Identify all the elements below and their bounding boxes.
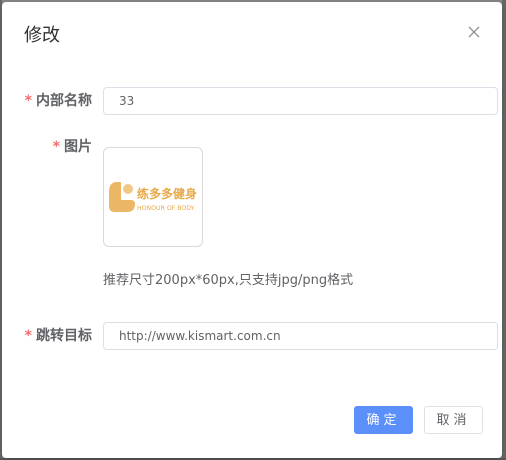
confirm-button[interactable]: 确定 (354, 406, 413, 434)
required-mark: * (52, 139, 60, 155)
target-label: * 跳转目标 (25, 326, 92, 346)
required-mark: * (24, 93, 32, 109)
target-label-text: 跳转目标 (36, 328, 92, 344)
image-uploader[interactable]: 练多多健身 HONOUR OF BODY (103, 147, 203, 247)
name-label: * 内部名称 (25, 91, 92, 111)
logo-text-en: HONOUR OF BODY (137, 205, 195, 212)
edit-dialog: 修改 * 内部名称 33 * 图片 练多多健身 HONOUR OF BODY 推荐尺… (2, 2, 502, 458)
required-mark: * (24, 328, 32, 344)
page-backdrop-right (502, 0, 506, 460)
image-hint: 推荐尺寸200px*60px,只支持jpg/png格式 (103, 273, 354, 288)
image-label: * 图片 (53, 137, 92, 157)
close-icon[interactable] (466, 24, 482, 40)
logo-image: 练多多健身 HONOUR OF BODY (109, 182, 197, 212)
dialog-title: 修改 (24, 25, 60, 46)
logo-mark (109, 182, 135, 212)
name-input[interactable]: 33 (103, 87, 498, 115)
target-input[interactable]: http://www.kismart.com.cn (103, 322, 498, 350)
logo-text-cn: 练多多健身 (137, 186, 197, 201)
name-label-text: 内部名称 (36, 93, 92, 109)
image-label-text: 图片 (64, 139, 92, 155)
cancel-button[interactable]: 取消 (424, 406, 483, 434)
